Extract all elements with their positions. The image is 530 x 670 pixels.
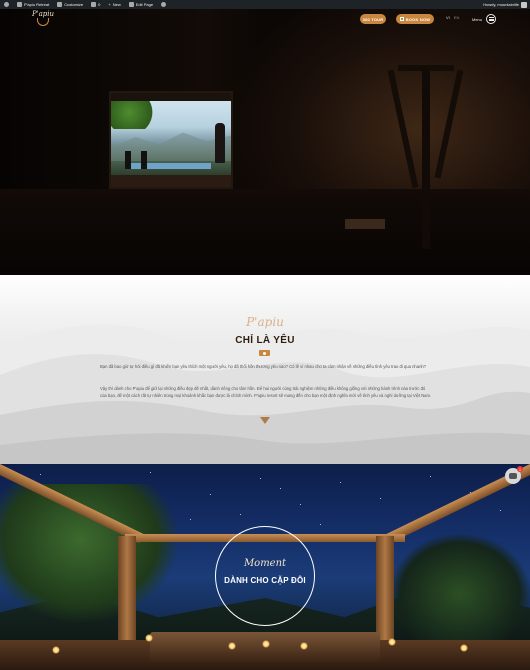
lantern-light [388, 638, 396, 646]
triangle-down-icon[interactable] [260, 417, 270, 424]
customize-label: Customize [64, 2, 84, 7]
intro-paragraph: Bạn đã bao giờ tự hỏi điều gì đã khiến b… [100, 364, 427, 369]
moment-title: DÀNH CHO CẶP ĐÔI [224, 576, 306, 585]
logo-mark-icon [37, 18, 49, 26]
window-view [111, 101, 231, 175]
logo-text: P'apiu [31, 10, 55, 18]
lantern-light [460, 644, 468, 652]
hero-window [109, 91, 233, 189]
chat-badge: 1 [517, 466, 523, 472]
window-person [215, 123, 225, 163]
brush-icon [57, 2, 63, 7]
comments-link[interactable]: 0 [87, 0, 104, 9]
lantern-light [145, 634, 153, 642]
window-chair [141, 151, 147, 169]
coat-rack-arm [434, 69, 464, 179]
site-logo[interactable]: P'apiu [32, 10, 54, 30]
moment-script: Moment [243, 558, 287, 569]
hero-image [0, 9, 530, 275]
lang-en[interactable]: EN [454, 15, 460, 20]
window-sill [111, 175, 231, 187]
menu-toggle[interactable]: Menu [472, 14, 497, 24]
elementor-link[interactable] [157, 0, 170, 9]
lantern-light [300, 642, 308, 650]
lantern-light [228, 642, 236, 650]
heart-icon [259, 350, 270, 356]
my-account[interactable]: Howdy, mountainlife [483, 1, 530, 8]
edit-page-link[interactable]: Edit Page [125, 0, 157, 9]
wp-admin-bar: P'apiu Retreat Customize 0 + New Edit Pag… [0, 0, 530, 9]
coat-rack-arm [387, 69, 419, 189]
page: P'apiu Retreat Customize 0 + New Edit Pag… [0, 0, 530, 670]
new-label: New [112, 2, 121, 7]
calendar-icon [399, 17, 404, 21]
hamburger-icon [486, 14, 497, 24]
site-header: P'apiu 360 TOUR BOOK NOW VI EN Menu [0, 9, 530, 31]
wp-logo-button[interactable] [0, 0, 13, 9]
book-now-label: BOOK NOW [405, 16, 431, 22]
intro-title: CHỈ LÀ YÊU [235, 335, 295, 346]
lantern-light [52, 646, 60, 654]
comment-icon [91, 2, 97, 7]
coat-rack-pole [422, 69, 430, 249]
menu-label: Menu [472, 16, 483, 22]
tour-360-button[interactable]: 360 TOUR [360, 14, 386, 24]
window-tree [111, 101, 157, 129]
intro-paragraph: Vậy thì dành cho P'apiu để giữ lại những… [100, 386, 432, 399]
new-content-link[interactable]: + New [104, 0, 124, 9]
greeting: Howdy, mountainlife [483, 2, 519, 7]
site-name-link[interactable]: P'apiu Retreat [13, 0, 53, 9]
book-now-button[interactable]: BOOK NOW [396, 14, 434, 24]
wordpress-icon [4, 2, 9, 7]
tree-right [390, 534, 530, 654]
customize-link[interactable]: Customize [53, 0, 87, 9]
lantern-light [262, 640, 270, 648]
intro-section: P'apiu CHỈ LÀ YÊU Bạn đã bao giờ tự hỏi … [0, 275, 530, 464]
hero-bench [345, 219, 385, 229]
avatar [521, 1, 527, 8]
window-chair [125, 151, 131, 169]
edit-page-label: Edit Page [135, 2, 154, 7]
chat-icon [509, 473, 517, 479]
language-switcher: VI EN [446, 15, 459, 20]
tree-left [0, 484, 180, 624]
elementor-icon [161, 2, 167, 7]
chat-button[interactable]: 1 [505, 466, 523, 484]
comments-count: 0 [98, 2, 101, 7]
moment-section: Moment DÀNH CHO CẶP ĐÔI [0, 464, 530, 670]
home-icon [17, 2, 22, 7]
lang-vi[interactable]: VI [446, 15, 450, 20]
tour-360-label: 360 TOUR [362, 16, 384, 22]
plus-icon: + [108, 2, 111, 7]
intro-script-logo: P'apiu [246, 315, 284, 329]
coat-rack [380, 49, 470, 249]
site-name: P'apiu Retreat [24, 2, 50, 7]
pencil-icon [128, 2, 134, 7]
